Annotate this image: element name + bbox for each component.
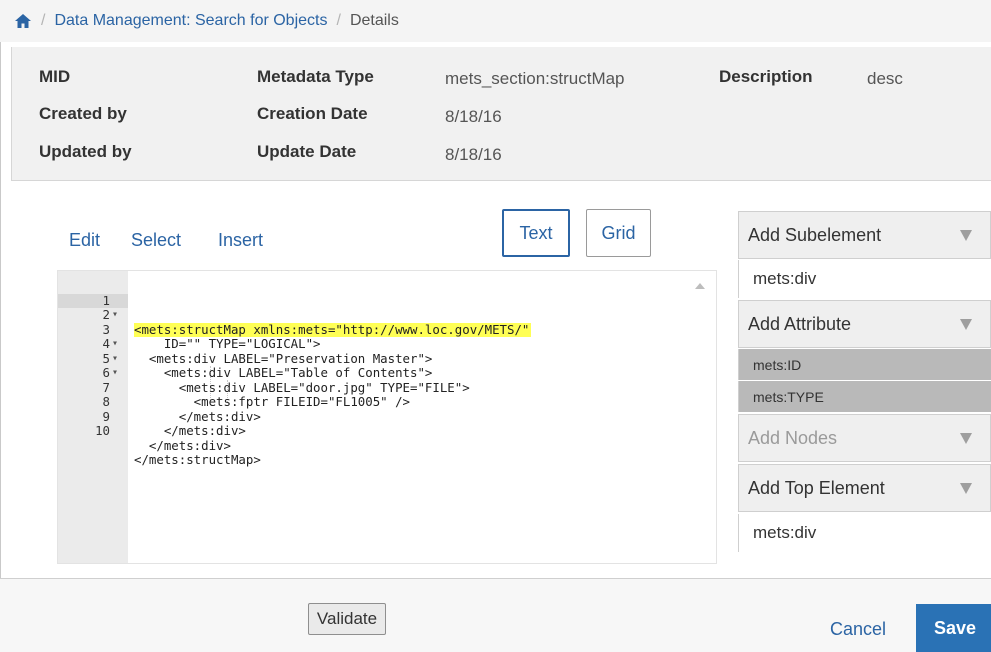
- grid-view-button[interactable]: Grid: [586, 209, 651, 257]
- creation-date-value: 8/18/16: [445, 107, 502, 126]
- code-line: 6 <mets:fptr FILEID="FL1005" />: [58, 352, 698, 408]
- attribute-option[interactable]: mets:ID: [738, 349, 991, 380]
- update-date-value: 8/18/16: [445, 145, 502, 164]
- updated-by-label: Updated by: [39, 142, 132, 161]
- xml-code-editor[interactable]: 1 ▾ <mets:structMap xmlns:mets="http://w…: [57, 270, 717, 564]
- add-nodes-dropdown[interactable]: Add Nodes: [738, 414, 991, 462]
- code-line: 1 ▾ <mets:structMap xmlns:mets="http://w…: [58, 279, 698, 337]
- code-line: 7 </mets:div>: [58, 366, 698, 423]
- code-line: 4 ▾ <mets:div LABEL="Table of Contents">: [58, 323, 698, 379]
- details-panel: MID Created by Updated by Metadata Type …: [11, 47, 991, 181]
- chevron-down-icon: [960, 319, 972, 330]
- add-top-element-dropdown[interactable]: Add Top Element: [738, 464, 991, 512]
- insert-menu[interactable]: Insert: [218, 230, 263, 251]
- created-by-label: Created by: [39, 104, 127, 123]
- breadcrumb-separator: /: [41, 12, 46, 29]
- text-view-button[interactable]: Text: [502, 209, 570, 257]
- footer-bar: [0, 579, 991, 652]
- add-top-element-label: Add Top Element: [748, 477, 885, 498]
- add-attribute-dropdown[interactable]: Add Attribute: [738, 300, 991, 348]
- breadcrumb-link-search[interactable]: Data Management: Search for Objects: [54, 12, 327, 30]
- code-line: 2 ID="" TYPE="LOGICAL">: [58, 294, 698, 350]
- validate-button[interactable]: Validate: [308, 603, 386, 635]
- breadcrumb-current: Details: [349, 12, 399, 29]
- breadcrumb: / Data Management: Search for Objects / …: [0, 0, 991, 42]
- select-menu[interactable]: Select: [131, 230, 181, 251]
- code-lines: 1 ▾ <mets:structMap xmlns:mets="http://w…: [58, 279, 698, 467]
- chevron-down-icon: [960, 483, 972, 494]
- code-line: 3 ▾ <mets:div LABEL="Preservation Master…: [58, 308, 698, 365]
- code-text: </mets:div>: [134, 437, 231, 453]
- home-icon[interactable]: [14, 12, 32, 30]
- chevron-down-icon: [960, 230, 972, 241]
- add-attribute-label: Add Attribute: [748, 313, 852, 334]
- line-number: 10: [95, 423, 110, 438]
- mid-label: MID: [39, 67, 71, 86]
- metadata-type-label: Metadata Type: [257, 67, 374, 86]
- top-element-option[interactable]: mets:div: [738, 514, 991, 552]
- subelement-option[interactable]: mets:div: [738, 260, 991, 298]
- attribute-option[interactable]: mets:TYPE: [738, 381, 991, 412]
- update-date-label: Update Date: [257, 142, 357, 161]
- code-text: </mets:structMap>: [134, 452, 261, 467]
- chevron-down-icon: [960, 433, 972, 444]
- add-subelement-dropdown[interactable]: Add Subelement: [738, 211, 991, 259]
- cancel-button[interactable]: Cancel: [830, 619, 886, 640]
- edit-menu[interactable]: Edit: [69, 230, 100, 251]
- add-subelement-label: Add Subelement: [748, 224, 882, 245]
- save-button[interactable]: Save: [916, 604, 991, 652]
- add-nodes-label: Add Nodes: [748, 427, 838, 448]
- code-line: 5 ▾ <mets:div LABEL="door.jpg" TYPE="FIL…: [58, 337, 698, 394]
- breadcrumb-separator: /: [336, 12, 341, 29]
- code-line: 10 </mets:structMap>: [58, 410, 698, 466]
- creation-date-label: Creation Date: [257, 104, 368, 123]
- description-value: desc: [867, 69, 903, 88]
- code-line: 9 </mets:div>: [58, 395, 698, 452]
- code-text: </mets:div>: [134, 423, 246, 438]
- code-line: 8 </mets:div>: [58, 381, 698, 437]
- description-label: Description: [719, 67, 813, 86]
- metadata-type-value: mets_section:structMap: [445, 69, 625, 88]
